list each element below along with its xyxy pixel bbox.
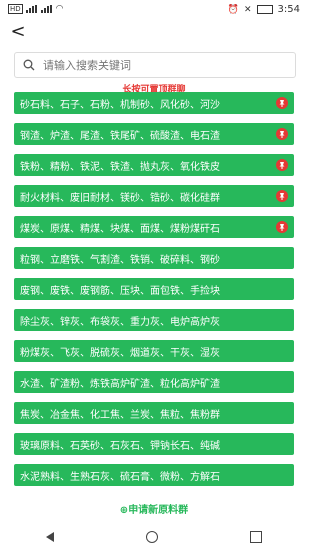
group-label: 水泥熟料、生熟石灰、硫石膏、微粉、方解石 (20, 471, 220, 483)
group-item[interactable]: 水渣、矿渣粉、炼铁高炉矿渣、粒化高炉矿渣 (14, 371, 294, 393)
group-item[interactable]: 粉煤灰、飞灰、脱硫灰、烟道灰、干灰、湿灰 (14, 340, 294, 362)
clock: 3:54 (277, 4, 300, 15)
group-item[interactable]: 粒钢、立磨铁、气割渣、铁销、破碎料、钢砂 (14, 247, 294, 269)
back-button[interactable]: < (8, 22, 28, 42)
group-label: 焦炭、冶金焦、化工焦、兰炭、焦粒、焦粉群 (20, 409, 220, 421)
wifi-icon: ◠ (55, 4, 64, 14)
group-item[interactable]: 除尘灰、锌灰、布袋灰、重力灰、电炉高炉灰 (14, 309, 294, 331)
group-label: 钢渣、炉渣、尾渣、铁尾矿、硫酸渣、电石渣 (20, 130, 220, 142)
alarm-icon: ⏰ (227, 4, 239, 15)
hd-icon: HD (8, 4, 23, 14)
recent-apps-icon[interactable] (250, 530, 262, 543)
add-circle-icon: ⊕ (119, 505, 129, 516)
group-item[interactable]: 钢渣、炉渣、尾渣、铁尾矿、硫酸渣、电石渣 (14, 123, 294, 145)
group-item[interactable]: 废钢、废铁、废钢筋、压块、面包铁、手捡块 (14, 278, 294, 300)
group-label: 铁粉、精粉、铁泥、铁渣、抛丸灰、氧化铁皮 (20, 161, 220, 173)
group-item[interactable]: 玻璃原料、石英砂、石灰石、钾钠长石、纯碱 (14, 433, 294, 455)
group-item[interactable]: 水泥熟料、生熟石灰、硫石膏、微粉、方解石 (14, 464, 294, 486)
group-item[interactable]: 煤炭、原煤、精煤、块煤、面煤、煤粉煤矸石 (14, 216, 294, 238)
group-label: 玻璃原料、石英砂、石灰石、钾钠长石、纯碱 (20, 440, 220, 452)
mute-icon: ✕ (243, 4, 252, 15)
group-label: 水渣、矿渣粉、炼铁高炉矿渣、粒化高炉矿渣 (20, 378, 220, 390)
group-item[interactable]: 耐火材料、废旧耐材、镁砂、锆砂、碳化硅群 (14, 185, 294, 207)
signal-icon (40, 5, 53, 13)
group-label: 粒钢、立磨铁、气割渣、铁销、破碎料、钢砂 (20, 254, 220, 266)
pin-icon (276, 221, 288, 233)
group-label: 耐火材料、废旧耐材、镁砂、锆砂、碳化硅群 (20, 192, 220, 204)
group-label: 煤炭、原煤、精煤、块煤、面煤、煤粉煤矸石 (20, 223, 220, 235)
pin-icon (276, 190, 288, 202)
pin-icon (276, 159, 288, 171)
group-item[interactable]: 铁粉、精粉、铁泥、铁渣、抛丸灰、氧化铁皮 (14, 154, 294, 176)
signal-icon (25, 5, 38, 13)
back-nav-icon[interactable] (46, 531, 54, 542)
battery-icon (256, 5, 273, 14)
search-input[interactable] (41, 57, 285, 73)
group-label: 粉煤灰、飞灰、脱硫灰、烟道灰、干灰、湿灰 (20, 347, 220, 359)
group-item[interactable]: 砂石料、石子、石粉、机制砂、风化砂、河沙 (14, 92, 294, 114)
status-bar: HD ◠ ⏰ ✕ 3:54 (0, 0, 308, 20)
pin-icon (276, 97, 288, 109)
group-list: 砂石料、石子、石粉、机制砂、风化砂、河沙 钢渣、炉渣、尾渣、铁尾矿、硫酸渣、电石渣… (14, 92, 294, 495)
group-item[interactable]: 焦炭、冶金焦、化工焦、兰炭、焦粒、焦粉群 (14, 402, 294, 424)
group-label: 废钢、废铁、废钢筋、压块、面包铁、手捡块 (20, 285, 220, 297)
group-label: 砂石料、石子、石粉、机制砂、风化砂、河沙 (20, 99, 220, 111)
search-icon (23, 59, 35, 71)
search-bar[interactable] (14, 52, 296, 78)
system-nav-bar (0, 524, 308, 549)
pin-icon (276, 128, 288, 140)
home-nav-icon[interactable] (146, 530, 158, 543)
group-label: 除尘灰、锌灰、布袋灰、重力灰、电炉高炉灰 (20, 316, 220, 328)
apply-label: 申请新原料群 (128, 505, 189, 516)
apply-new-group-button[interactable]: ⊕申请新原料群 (0, 501, 308, 516)
